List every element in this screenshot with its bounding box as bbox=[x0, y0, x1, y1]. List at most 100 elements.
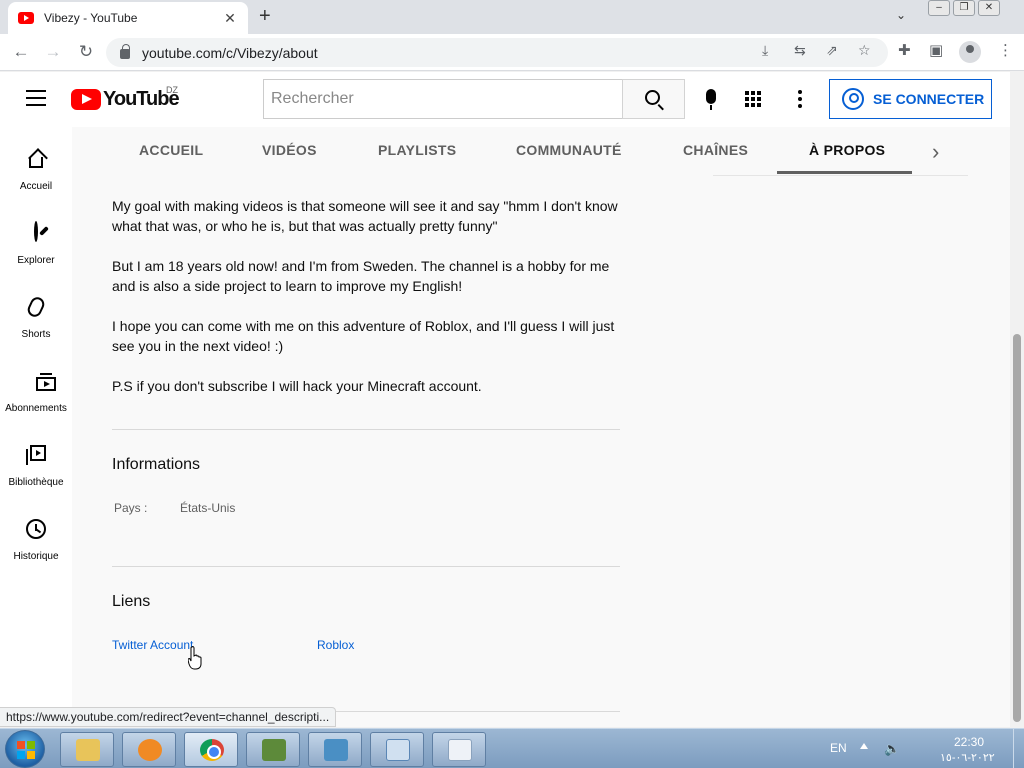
volume-icon[interactable]: 🔈 bbox=[884, 741, 900, 757]
roblox-link[interactable]: Roblox bbox=[317, 638, 354, 652]
chrome-menu-icon[interactable]: ⋮ bbox=[998, 41, 1013, 59]
start-button[interactable] bbox=[5, 730, 45, 768]
info-section-title: Informations bbox=[112, 456, 201, 473]
taskbar-calendar-button[interactable] bbox=[432, 732, 486, 767]
calendar-icon bbox=[448, 739, 472, 761]
twitter-link[interactable]: Twitter Account bbox=[112, 638, 193, 652]
language-indicator[interactable]: EN bbox=[830, 741, 847, 755]
description-paragraph: But I am 18 years old now! and I'm from … bbox=[112, 258, 610, 294]
sign-in-label: SE CONNECTER bbox=[873, 91, 985, 107]
hand-cursor-icon bbox=[188, 646, 202, 670]
taskbar-monitor-button[interactable] bbox=[246, 732, 300, 767]
guide-label: Accueil bbox=[19, 181, 53, 192]
search-icon bbox=[645, 90, 660, 105]
sign-in-button[interactable]: SE CONNECTER bbox=[829, 79, 992, 119]
taskbar-media-player-button[interactable] bbox=[122, 732, 176, 767]
window-close-icon[interactable]: ✕ bbox=[978, 0, 1000, 16]
chevron-right-icon[interactable]: › bbox=[932, 139, 939, 165]
profile-avatar-icon[interactable] bbox=[959, 41, 981, 63]
tab-title: Vibezy - YouTube bbox=[44, 11, 138, 25]
country-label: Pays : bbox=[114, 501, 148, 515]
guide-label: Abonnements bbox=[5, 403, 67, 414]
apps-grid-icon[interactable] bbox=[745, 91, 761, 107]
folder-icon bbox=[76, 739, 100, 761]
translate-icon[interactable]: ⇆ bbox=[794, 42, 806, 59]
close-tab-icon[interactable]: ✕ bbox=[222, 10, 238, 27]
link-status-bubble: https://www.youtube.com/redirect?event=c… bbox=[0, 707, 337, 727]
youtube-logo[interactable]: YouTube bbox=[71, 88, 180, 111]
page-scrollbar[interactable] bbox=[1010, 72, 1024, 727]
mini-guide: Accueil Explorer Shorts Abonnements Bibl… bbox=[0, 127, 72, 727]
section-divider bbox=[112, 566, 620, 567]
taskbar-control-panel-button[interactable] bbox=[370, 732, 424, 767]
account-circle-icon bbox=[842, 88, 864, 110]
guide-label: Historique bbox=[13, 551, 59, 562]
hamburger-menu-icon[interactable] bbox=[26, 90, 46, 106]
history-icon bbox=[26, 519, 46, 539]
compass-icon bbox=[34, 221, 38, 242]
microphone-icon[interactable] bbox=[706, 89, 716, 110]
address-bar[interactable]: youtube.com/c/Vibezy/about ⤓ ⇆ ⇗ ☆ bbox=[106, 38, 888, 67]
guide-label: Bibliothèque bbox=[8, 477, 64, 488]
taskbar-chrome-button[interactable] bbox=[184, 732, 238, 767]
home-icon bbox=[29, 157, 43, 168]
taskbar-explorer-button[interactable] bbox=[60, 732, 114, 767]
tab-home[interactable]: ACCUEIL bbox=[139, 142, 203, 158]
share-icon[interactable]: ⇗ bbox=[826, 42, 838, 59]
about-page-content: My goal with making videos is that someo… bbox=[72, 175, 1010, 727]
tab-playlists[interactable]: PLAYLISTS bbox=[378, 142, 456, 158]
clock-time[interactable]: 22:30 bbox=[954, 735, 984, 749]
install-icon[interactable]: ⤓ bbox=[762, 42, 768, 59]
guide-item-library[interactable]: Bibliothèque bbox=[0, 445, 72, 488]
settings-more-icon[interactable] bbox=[798, 90, 802, 111]
channel-description: My goal with making videos is that someo… bbox=[112, 196, 627, 416]
country-value: États-Unis bbox=[180, 501, 236, 515]
minimize-icon[interactable]: – bbox=[928, 0, 950, 16]
library-icon bbox=[26, 445, 46, 465]
guide-item-subscriptions[interactable]: Abonnements bbox=[0, 371, 72, 414]
tab-videos[interactable]: VIDÉOS bbox=[262, 142, 317, 158]
tab-channels[interactable]: CHAÎNES bbox=[683, 142, 748, 158]
back-arrow-icon[interactable]: ← bbox=[11, 42, 31, 62]
active-tab-indicator bbox=[777, 171, 912, 174]
tab-community[interactable]: COMMUNAUTÉ bbox=[516, 142, 622, 158]
forward-arrow-icon[interactable]: → bbox=[43, 42, 63, 62]
lock-icon[interactable] bbox=[120, 44, 130, 59]
taskbar-photo-button[interactable] bbox=[308, 732, 362, 767]
window-controls: – ❐ ✕ bbox=[925, 0, 1000, 18]
description-paragraph: I hope you can come with me on this adve… bbox=[112, 318, 615, 354]
description-paragraph: My goal with making videos is that someo… bbox=[112, 198, 618, 234]
windows-taskbar: EN 🔈 22:30 ٢٠٢٢-٠٦-١٥ bbox=[0, 728, 1024, 768]
guide-label: Explorer bbox=[17, 255, 55, 266]
show-desktop-button[interactable] bbox=[1013, 729, 1024, 768]
new-tab-icon[interactable]: + bbox=[259, 6, 271, 26]
country-code: DZ bbox=[166, 85, 178, 95]
tab-about[interactable]: À PROPOS bbox=[809, 142, 885, 158]
show-hidden-icons-icon[interactable] bbox=[860, 743, 868, 749]
bookmark-star-icon[interactable]: ☆ bbox=[858, 42, 871, 59]
restore-icon[interactable]: ❐ bbox=[953, 0, 975, 16]
youtube-masthead: YouTube DZ Rechercher SE CONNECTER bbox=[0, 72, 1010, 127]
guide-item-explore[interactable]: Explorer bbox=[0, 221, 72, 266]
guide-item-history[interactable]: Historique bbox=[0, 519, 72, 562]
photo-viewer-icon bbox=[324, 739, 348, 761]
youtube-play-icon bbox=[71, 89, 101, 110]
scrollbar-thumb[interactable] bbox=[1013, 334, 1021, 722]
search-input[interactable]: Rechercher bbox=[263, 79, 622, 119]
guide-item-home[interactable]: Accueil bbox=[0, 149, 72, 192]
channel-tabs: ACCUEIL VIDÉOS PLAYLISTS COMMUNAUTÉ CHAÎ… bbox=[72, 127, 1010, 175]
links-section-title: Liens bbox=[112, 593, 151, 610]
guide-item-shorts[interactable]: Shorts bbox=[0, 294, 72, 340]
search-button[interactable] bbox=[622, 79, 685, 119]
reload-icon[interactable]: ↻ bbox=[76, 42, 96, 62]
clock-date[interactable]: ٢٠٢٢-٠٦-١٥ bbox=[940, 751, 995, 764]
browser-tab[interactable]: Vibezy - YouTube ✕ bbox=[8, 2, 248, 34]
windows-logo-icon bbox=[17, 741, 35, 759]
system-monitor-icon bbox=[262, 739, 286, 761]
media-player-icon bbox=[138, 739, 162, 761]
side-panel-icon[interactable]: ▣ bbox=[929, 41, 943, 59]
guide-label: Shorts bbox=[21, 329, 51, 340]
extensions-puzzle-icon[interactable]: ✚ bbox=[898, 41, 911, 59]
tab-search-chevron-icon[interactable]: ⌄ bbox=[896, 8, 906, 22]
subscriptions-icon bbox=[36, 373, 56, 391]
